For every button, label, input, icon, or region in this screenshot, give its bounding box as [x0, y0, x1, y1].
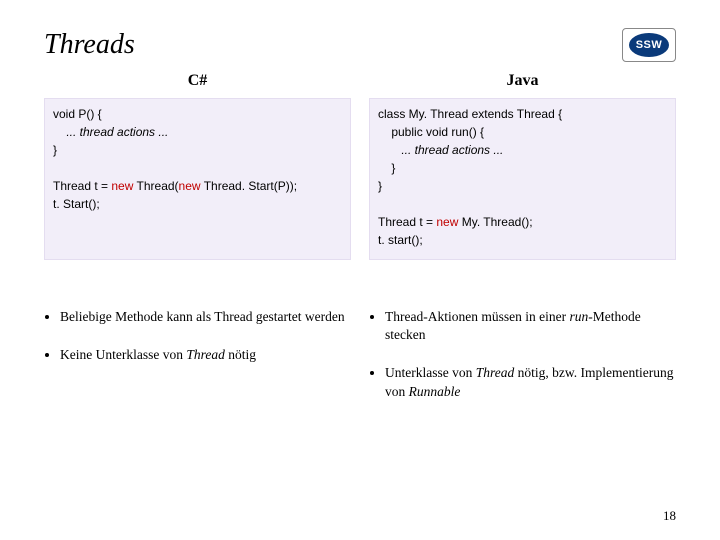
code-line: Thread. Start(P));	[204, 179, 297, 193]
left-bullets: Beliebige Methode kann als Thread gestar…	[44, 308, 351, 364]
bullet-text: Unterklasse von	[385, 365, 476, 380]
ssw-logo-text: SSW	[629, 33, 669, 57]
right-column: Java class My. Thread extends Thread { p…	[369, 66, 676, 421]
code-line: class My. Thread extends Thread {	[378, 107, 562, 121]
left-column: C# void P() { ... thread actions ... } T…	[44, 66, 351, 421]
code-line: }	[53, 143, 57, 157]
code-line: void P() {	[53, 107, 102, 121]
code-line: ... thread actions ...	[378, 143, 503, 157]
slide-header: Threads SSW	[44, 28, 676, 62]
bullet-text: Beliebige Methode kann als Thread gestar…	[60, 309, 345, 324]
bullet-text: Keine Unterklasse von	[60, 347, 186, 362]
code-line: }	[378, 179, 382, 193]
bullet-text: nötig	[225, 347, 256, 362]
right-heading: Java	[369, 72, 676, 90]
bullet-item: Thread-Aktionen müssen in einer run-Meth…	[385, 308, 676, 344]
left-heading: C#	[44, 72, 351, 90]
page-number: 18	[663, 508, 676, 524]
bullet-text: Thread-Aktionen müssen in einer	[385, 309, 569, 324]
bullet-item: Unterklasse von Thread nötig, bzw. Imple…	[385, 364, 676, 400]
bullet-italic: Thread	[186, 347, 225, 362]
code-line: Thread t =	[53, 179, 111, 193]
code-line: Thread t =	[378, 215, 436, 229]
code-line: public void run() {	[378, 125, 484, 139]
two-column-layout: C# void P() { ... thread actions ... } T…	[44, 66, 676, 421]
csharp-code-box: void P() { ... thread actions ... } Thre…	[44, 98, 351, 260]
code-line: My. Thread();	[462, 215, 533, 229]
code-line: t. Start();	[53, 197, 100, 211]
keyword-new: new	[111, 179, 136, 193]
code-line: }	[378, 161, 395, 175]
keyword-new: new	[179, 179, 204, 193]
code-line: ... thread actions ...	[53, 125, 168, 139]
bullet-italic: run	[569, 309, 588, 324]
java-code-box: class My. Thread extends Thread { public…	[369, 98, 676, 260]
bullet-italic: Runnable	[409, 384, 461, 399]
keyword-new: new	[436, 215, 461, 229]
bullet-item: Keine Unterklasse von Thread nötig	[60, 346, 351, 364]
right-bullets: Thread-Aktionen müssen in einer run-Meth…	[369, 308, 676, 401]
ssw-logo: SSW	[622, 28, 676, 62]
code-line: t. start();	[378, 233, 423, 247]
bullet-item: Beliebige Methode kann als Thread gestar…	[60, 308, 351, 326]
code-line: Thread(	[137, 179, 179, 193]
slide-title: Threads	[44, 29, 135, 61]
bullet-italic: Thread	[476, 365, 515, 380]
